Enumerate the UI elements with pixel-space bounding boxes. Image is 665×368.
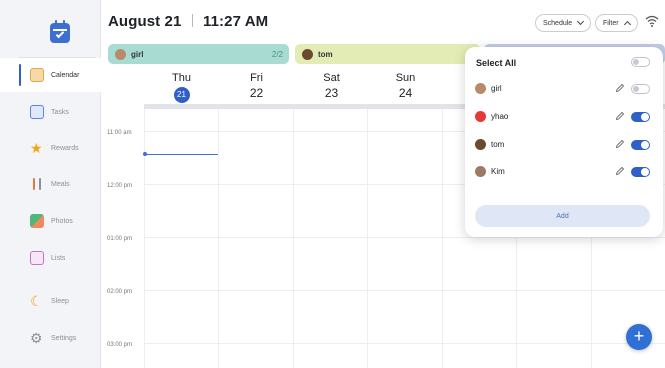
photos-icon (30, 214, 44, 228)
day-number: 24 (398, 86, 413, 100)
current-time-dot (143, 152, 147, 156)
grid-column-line (442, 109, 443, 368)
grid-column-line (367, 109, 368, 368)
tasks-icon (30, 105, 44, 119)
page-title: August 21 11:27 AM (108, 13, 268, 30)
sidebar-item-label: Photos (51, 217, 73, 225)
day-name: Sat (323, 72, 340, 84)
avatar (475, 83, 486, 94)
moon-icon: ☾ (30, 293, 43, 309)
avatar (475, 139, 486, 150)
grid-hour-line (144, 343, 665, 344)
utensils-icon (30, 177, 44, 191)
filter-member-row: tom (465, 133, 663, 157)
sidebar-item-rewards[interactable]: ★ Rewards (0, 131, 101, 165)
avatar (475, 166, 486, 177)
filter-member-row: yhao (465, 105, 663, 129)
header-time: 11:27 AM (202, 13, 269, 30)
app-logo-calendar-icon[interactable] (50, 20, 70, 43)
day-header-thu[interactable]: Thu 21 (144, 72, 219, 103)
add-event-button[interactable]: + (626, 324, 652, 350)
day-header-sun[interactable]: Sun 24 (368, 72, 443, 100)
time-label: 01:00 pm (107, 236, 133, 242)
sidebar-item-calendar[interactable]: Calendar (0, 58, 101, 92)
day-header-sat[interactable]: Sat 23 (294, 72, 369, 100)
member-name: tom (491, 140, 505, 149)
wifi-icon (645, 15, 659, 27)
member-toggle[interactable] (631, 112, 650, 122)
sidebar-item-meals[interactable]: Meals (0, 167, 101, 201)
calendar-icon (30, 68, 44, 82)
time-label: 02:00 pm (107, 289, 133, 295)
select-all-label: Select All (476, 58, 517, 68)
filter-member-row: girl (465, 77, 663, 101)
member-chip-girl[interactable]: girl 2/2 (108, 44, 289, 64)
avatar (475, 111, 486, 122)
grid-column-line (144, 109, 145, 368)
avatar (302, 48, 313, 60)
day-number: 23 (324, 86, 339, 100)
sidebar-item-label: Lists (51, 254, 66, 262)
schedule-button[interactable]: Schedule (535, 14, 592, 32)
pencil-icon[interactable] (615, 139, 625, 149)
sidebar-item-settings[interactable]: ⚙ Settings (0, 321, 101, 355)
sidebar-item-sleep[interactable]: ☾ Sleep (0, 284, 101, 318)
sidebar-item-label: Sleep (51, 297, 69, 305)
grid-hour-line (144, 237, 665, 238)
member-name: Kim (491, 167, 505, 176)
time-label: 11:00 am (107, 130, 132, 136)
grid-hour-line (144, 290, 665, 291)
chip-count: 2/2 (271, 49, 283, 59)
sidebar-item-label: Meals (51, 180, 70, 188)
filter-member-row: Kim (465, 160, 663, 184)
day-header-fri[interactable]: Fri 22 (219, 72, 294, 100)
sidebar-item-label: Settings (51, 334, 77, 342)
sidebar-item-lists[interactable]: Lists (0, 241, 101, 275)
day-number: 22 (249, 86, 264, 100)
sidebar-item-photos[interactable]: Photos (0, 204, 101, 238)
chevron-up-icon (623, 20, 631, 29)
select-all-toggle[interactable] (631, 57, 650, 67)
pencil-icon[interactable] (615, 83, 625, 93)
sidebar-item-tasks[interactable]: Tasks (0, 95, 101, 129)
grid-column-line (293, 109, 294, 368)
add-member-button[interactable]: Add (475, 205, 650, 227)
sidebar-item-label: Calendar (51, 71, 80, 79)
chevron-down-icon (577, 17, 585, 26)
day-name: Sun (395, 72, 416, 84)
grid-column-line (218, 109, 219, 368)
time-label: 12:00 pm (107, 183, 133, 189)
gear-icon: ⚙ (30, 330, 43, 346)
member-toggle[interactable] (631, 84, 650, 94)
pencil-icon[interactable] (615, 166, 625, 176)
filter-label: Filter (603, 19, 619, 27)
filter-button[interactable]: Filter (595, 14, 638, 32)
chip-name: tom (318, 49, 333, 59)
filter-popup: Select All girl yhao tom Kim Add (465, 47, 663, 237)
current-time-line (144, 154, 218, 155)
schedule-label: Schedule (543, 19, 573, 27)
day-name: Fri (250, 72, 263, 84)
member-name: yhao (491, 112, 509, 121)
time-label: 03:00 pm (107, 342, 133, 348)
pencil-icon[interactable] (615, 111, 625, 121)
chip-name: girl (131, 49, 144, 59)
header-date: August 21 (108, 13, 182, 30)
sidebar-item-label: Tasks (51, 108, 69, 116)
avatar (115, 48, 126, 60)
member-chip-tom[interactable]: tom 0 (295, 44, 480, 64)
member-toggle[interactable] (631, 140, 650, 150)
member-name: girl (491, 84, 502, 93)
day-name: Thu (172, 72, 191, 84)
sidebar-item-label: Rewards (51, 144, 79, 152)
list-icon (30, 251, 44, 265)
day-number-today: 21 (173, 87, 190, 103)
title-separator (191, 14, 193, 27)
star-icon: ★ (30, 140, 43, 156)
sidebar: Calendar Tasks ★ Rewards Meals Photos Li… (0, 0, 101, 368)
member-toggle[interactable] (631, 167, 650, 177)
